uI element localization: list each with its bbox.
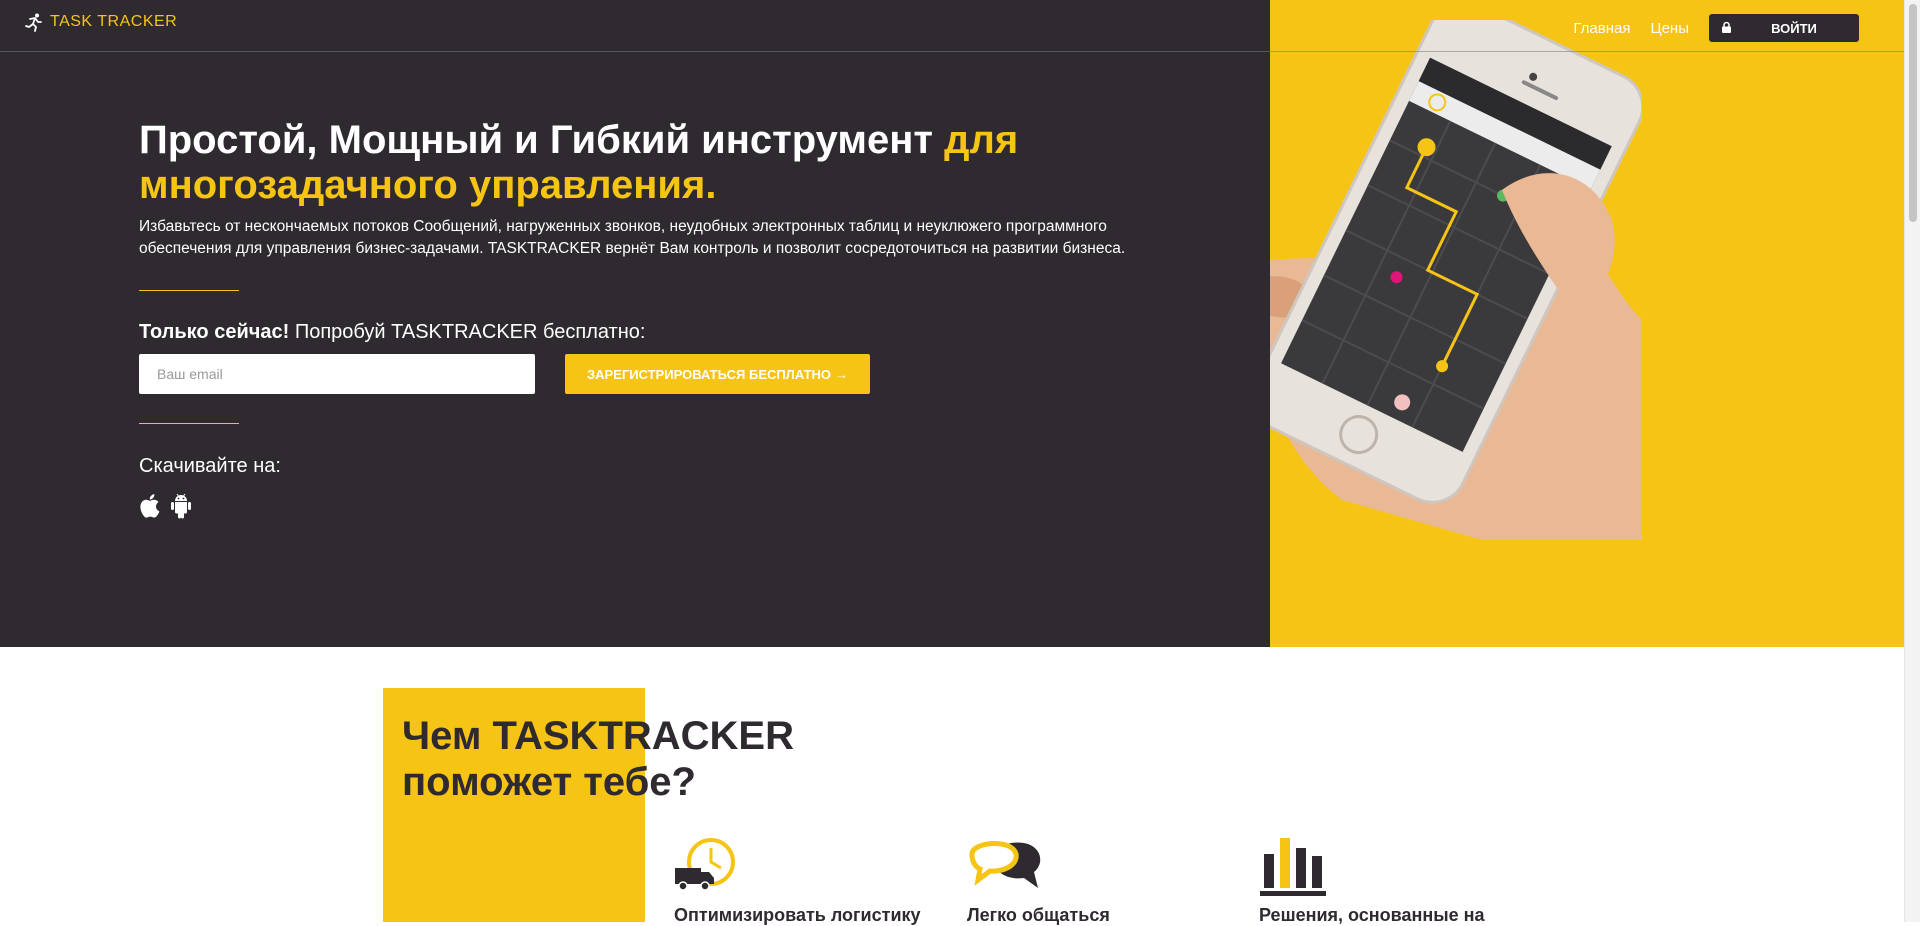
runner-logo-icon (25, 13, 42, 32)
try-free-rest: Попробуй TASKTRACKER бесплатно: (289, 321, 646, 343)
headline-main: Простой, Мощный и Гибкий инструмент (139, 118, 945, 162)
page-scrollbar[interactable] (1904, 0, 1920, 922)
scrollbar-thumb[interactable] (1909, 4, 1917, 222)
apple-icon[interactable] (139, 493, 163, 519)
try-free-bold: Только сейчас! (139, 321, 290, 343)
download-label: Скачивайте на: (139, 455, 281, 477)
store-icons (139, 493, 193, 519)
logo[interactable]: TASK TRACKER (24, 12, 177, 32)
chat-bubbles-icon (969, 840, 1041, 888)
hero-section: TASK TRACKER Главная Цены ВОЙТИ Простой,… (0, 0, 1905, 647)
signup-label: ЗАРЕГИСТРИРОВАТЬСЯ БЕСПЛАТНО (586, 366, 832, 382)
phone-in-hand-image (1270, 20, 1642, 540)
login-button[interactable]: ВОЙТИ (1709, 14, 1859, 42)
hero-lead-text: Избавьтесь от нескончаемых потоков Сообщ… (139, 218, 1126, 257)
lock-icon (1722, 22, 1731, 33)
feature-title-logistics: Оптимизировать логистику (674, 905, 921, 925)
bar-chart-icon (1260, 838, 1326, 896)
nav-links: Главная Цены ВОЙТИ (1573, 14, 1859, 42)
try-free-label: Только сейчас! Попробуй TASKTRACKER бесп… (139, 321, 645, 344)
login-label: ВОЙТИ (1771, 20, 1817, 36)
hero-headline: Простой, Мощный и Гибкий инструмент для … (139, 118, 1099, 208)
arrow-right-icon: → (835, 366, 849, 382)
nav-link-home[interactable]: Главная (1573, 20, 1630, 37)
logistics-clock-truck-icon (675, 838, 735, 891)
hero-accent-panel (1270, 0, 1905, 647)
nav-link-pricing[interactable]: Цены (1650, 20, 1689, 37)
signup-free-button[interactable]: ЗАРЕГИСТРИРОВАТЬСЯ БЕСПЛАТНО → (565, 354, 870, 394)
divider-bottom (139, 423, 239, 424)
top-navbar: TASK TRACKER Главная Цены ВОЙТИ (0, 0, 1905, 52)
divider-top (139, 290, 239, 291)
section-title: Чем TASKTRACKER поможет тебе? (402, 714, 794, 804)
email-input[interactable] (139, 354, 535, 394)
logo-text: TASK TRACKER (50, 13, 178, 30)
feature-title-communication: Легко общаться (967, 905, 1110, 925)
feature-title-decisions: Решения, основанные на (1259, 905, 1485, 925)
android-icon[interactable] (169, 493, 193, 519)
